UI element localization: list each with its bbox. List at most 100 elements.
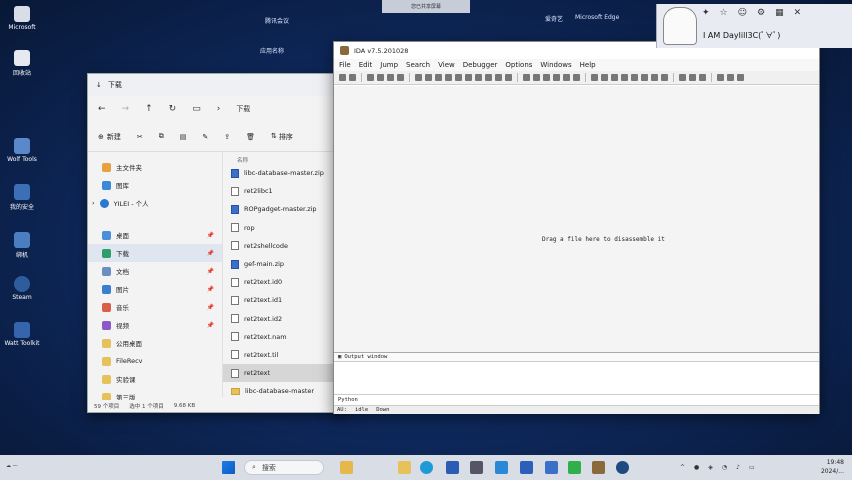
- toolbar-button-icon[interactable]: [495, 74, 502, 81]
- file-row[interactable]: ret2shellcode: [223, 237, 346, 255]
- toolbar-button-icon[interactable]: [641, 74, 648, 81]
- menu-item-file[interactable]: File: [339, 61, 351, 69]
- desktop-icon-microsoft[interactable]: Microsoft: [0, 6, 44, 31]
- taskbar-app-ida[interactable]: [592, 461, 605, 474]
- toolbar-button-icon[interactable]: [465, 74, 472, 81]
- taskbar-app-terminal[interactable]: [446, 461, 459, 474]
- toolbar-button-icon[interactable]: [727, 74, 734, 81]
- toolbar-button-icon[interactable]: [717, 74, 724, 81]
- menu-item-debugger[interactable]: Debugger: [463, 61, 498, 69]
- taskbar-app-steam[interactable]: [616, 461, 629, 474]
- desktop-icon-security[interactable]: 我的安全: [0, 184, 44, 211]
- new-button[interactable]: ⊕ 新建: [98, 132, 121, 142]
- file-row[interactable]: ret2text.id2: [223, 310, 346, 328]
- close-icon[interactable]: ✕: [794, 8, 802, 18]
- toolbar-button-icon[interactable]: [387, 74, 394, 81]
- network-icon[interactable]: ◈: [708, 464, 713, 471]
- delete-icon[interactable]: 🗑: [246, 133, 255, 141]
- taskbar-app-word[interactable]: [520, 461, 533, 474]
- desktop-icon-binding[interactable]: 绑机: [0, 232, 44, 259]
- sidebar-item-filerecv[interactable]: FileRecv: [88, 352, 222, 370]
- up-arrow-icon[interactable]: ↑: [145, 104, 153, 114]
- pin-icon[interactable]: 📌: [207, 322, 214, 329]
- toolbar-button-icon[interactable]: [435, 74, 442, 81]
- explorer-tab[interactable]: ↓ 下载: [96, 80, 122, 90]
- menu-item-options[interactable]: Options: [505, 61, 532, 69]
- taskbar-app-edge[interactable]: [420, 461, 433, 474]
- desktop-icon-wolf-tools[interactable]: Wolf Tools: [0, 138, 44, 163]
- pin-icon[interactable]: 📌: [207, 286, 214, 293]
- toolbar-button-icon[interactable]: [543, 74, 550, 81]
- toolbar-button-icon[interactable]: [505, 74, 512, 81]
- taskbar-app-explorer[interactable]: [398, 461, 411, 474]
- sidebar-item-home[interactable]: 主文件夹: [88, 158, 222, 176]
- toolbar-button-icon[interactable]: [651, 74, 658, 81]
- file-row[interactable]: ret2text.id1: [223, 291, 346, 309]
- toolbar-button-icon[interactable]: [621, 74, 628, 81]
- toolbar-button-icon[interactable]: [397, 74, 404, 81]
- clock[interactable]: 19:48 2024/...: [821, 458, 844, 476]
- back-arrow-icon[interactable]: ←: [98, 104, 106, 114]
- toolbar-button-icon[interactable]: [591, 74, 598, 81]
- file-row[interactable]: ROPgadget-master.zip: [223, 200, 346, 218]
- toolbar-button-icon[interactable]: [485, 74, 492, 81]
- toolbar-button-icon[interactable]: [367, 74, 374, 81]
- menu-item-help[interactable]: Help: [580, 61, 596, 69]
- output-window[interactable]: [334, 362, 819, 395]
- volume-icon[interactable]: ♪: [736, 464, 740, 471]
- desktop-icon-recycle-bin[interactable]: 回收站: [0, 50, 44, 77]
- sidebar-item-downloads[interactable]: 下载 📌: [88, 244, 222, 262]
- wifi-icon[interactable]: ◔: [722, 464, 727, 471]
- forward-arrow-icon[interactable]: →: [122, 104, 130, 114]
- share-icon[interactable]: ⇪: [224, 133, 230, 141]
- star-icon[interactable]: ☆: [720, 8, 728, 18]
- desktop-top-label[interactable]: 腾讯会议: [265, 16, 289, 25]
- menu-item-search[interactable]: Search: [406, 61, 430, 69]
- screen-share-banner[interactable]: 您已共享屏幕: [382, 0, 470, 13]
- rename-icon[interactable]: ✎: [202, 133, 208, 141]
- toolbar-button-icon[interactable]: [425, 74, 432, 81]
- file-row[interactable]: ret2text.id0: [223, 273, 346, 291]
- paste-icon[interactable]: ▤: [180, 133, 187, 141]
- pin-icon[interactable]: 📌: [207, 268, 214, 275]
- toolbar-button-icon[interactable]: [573, 74, 580, 81]
- toolbar-button-icon[interactable]: [475, 74, 482, 81]
- toolbar-button-icon[interactable]: [339, 74, 346, 81]
- toolbar-button-icon[interactable]: [523, 74, 530, 81]
- taskbar-app-store[interactable]: [545, 461, 558, 474]
- column-header-name[interactable]: 名称: [223, 156, 346, 164]
- sidebar-item-lab[interactable]: 实验课: [88, 370, 222, 388]
- taskbar-app-vscode[interactable]: [495, 461, 508, 474]
- sidebar-item-desktop[interactable]: 桌面 📌: [88, 226, 222, 244]
- file-row[interactable]: libc-database-master.zip: [223, 164, 346, 182]
- desktop-icon-watt-toolkit[interactable]: Watt Toolkit: [0, 322, 44, 347]
- toolbar-button-icon[interactable]: [533, 74, 540, 81]
- sidebar-item-onedrive[interactable]: › YILEI - 个人: [88, 194, 222, 212]
- toolbar-button-icon[interactable]: [661, 74, 668, 81]
- taskbar-app-calculator[interactable]: [470, 461, 483, 474]
- sidebar-item-public-desktop[interactable]: 公用桌面: [88, 334, 222, 352]
- file-row[interactable]: libc-database-master: [223, 382, 346, 400]
- taskbar-app-files[interactable]: [340, 461, 353, 474]
- toolbar-button-icon[interactable]: [563, 74, 570, 81]
- toolbar-button-icon[interactable]: [455, 74, 462, 81]
- copy-icon[interactable]: ⧉: [159, 132, 164, 141]
- toolbar-button-icon[interactable]: [377, 74, 384, 81]
- toolbar-button-icon[interactable]: [737, 74, 744, 81]
- gear-icon[interactable]: ⚙: [757, 8, 765, 18]
- sidebar-item-videos[interactable]: 视频 📌: [88, 316, 222, 334]
- sidebar-item-documents[interactable]: 文档 📌: [88, 262, 222, 280]
- toolbar-button-icon[interactable]: [679, 74, 686, 81]
- desktop-icon-steam[interactable]: Steam: [0, 276, 44, 301]
- toolbar-button-icon[interactable]: [601, 74, 608, 81]
- sidebar-item-pictures[interactable]: 图片 📌: [88, 280, 222, 298]
- chevron-up-icon[interactable]: ^: [680, 464, 685, 471]
- file-row[interactable]: rop: [223, 219, 346, 237]
- sidebar-item-gallery[interactable]: 图库: [88, 176, 222, 194]
- pin-icon[interactable]: ✦: [702, 8, 710, 18]
- toolbar-button-icon[interactable]: [611, 74, 618, 81]
- menu-item-edit[interactable]: Edit: [359, 61, 373, 69]
- desktop-top-label[interactable]: 应用名称: [260, 46, 284, 55]
- refresh-icon[interactable]: ↻: [169, 104, 177, 114]
- toolbar-button-icon[interactable]: [349, 74, 356, 81]
